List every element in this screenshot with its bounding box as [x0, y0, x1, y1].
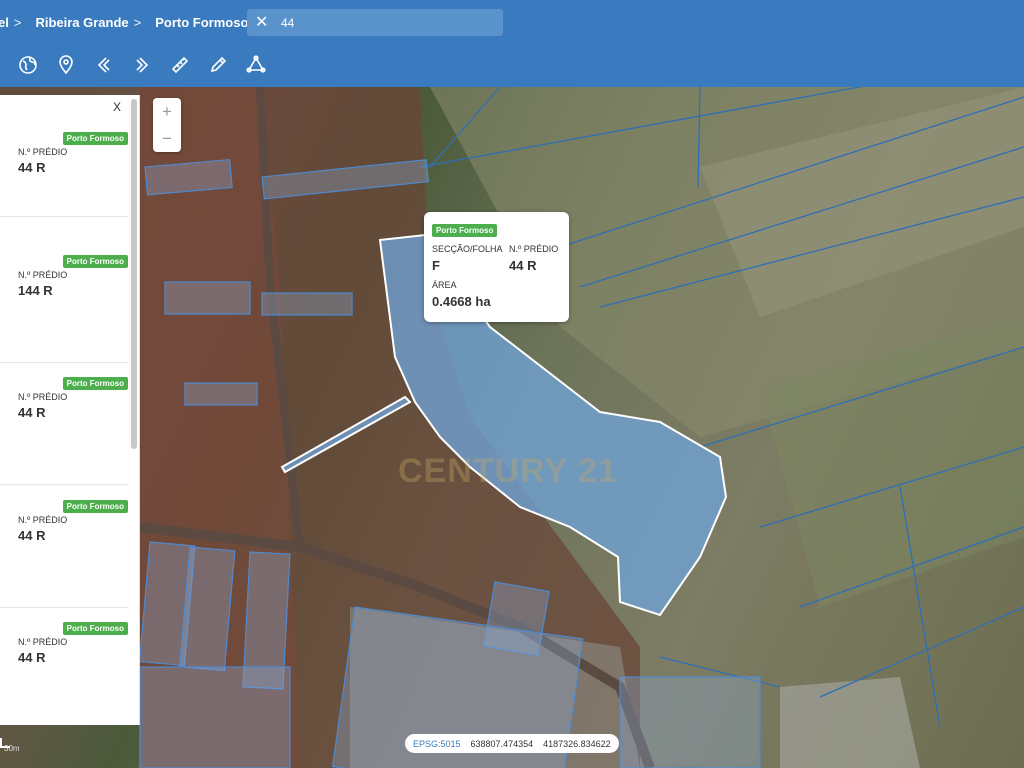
zoom-control: + −	[153, 98, 181, 152]
parcel-popup: Porto Formoso SECÇÃO/FOLHA N.º PRÉDIO F …	[424, 212, 569, 322]
predio-label: N.º PRÉDIO	[18, 637, 68, 647]
zoom-in-button[interactable]: +	[153, 98, 181, 125]
pencil-icon[interactable]	[208, 54, 228, 76]
predio-value: 44 R	[18, 160, 46, 175]
chevron-right-icon: >	[13, 14, 22, 30]
breadcrumb-label: Ribeira Grande	[35, 14, 129, 30]
area-label: ÁREA	[432, 280, 457, 290]
results-panel: X Porto Formoso N.º PRÉDIO 44 R Porto Fo…	[0, 95, 140, 725]
breadcrumb-item[interactable]: Porto Formoso >	[155, 15, 261, 30]
predio-label: N.º PRÉDIO	[18, 392, 68, 402]
breadcrumb-item[interactable]: el >	[0, 15, 21, 30]
location-badge: Porto Formoso	[432, 224, 498, 237]
globe-icon[interactable]	[18, 54, 38, 76]
search-box: ✕	[247, 9, 503, 36]
predio-value: 44 R	[18, 528, 46, 543]
breadcrumb: el > Ribeira Grande > Porto Formoso >	[0, 0, 275, 44]
map-pin-icon[interactable]	[56, 54, 76, 76]
polygon-icon[interactable]	[246, 54, 266, 76]
forward-icon[interactable]	[132, 54, 152, 76]
scale-label: 30m	[4, 744, 20, 753]
close-icon[interactable]: ✕	[255, 14, 271, 31]
search-input[interactable]	[281, 15, 481, 30]
map-toolbar	[18, 54, 266, 76]
map-view[interactable]: CENTURY 21	[0, 87, 1024, 768]
predio-label: N.º PRÉDIO	[18, 147, 68, 157]
coord-x: 638807.474354	[470, 738, 534, 749]
location-badge: Porto Formoso	[62, 500, 128, 513]
predio-label: N.º PRÉDIO	[509, 244, 559, 254]
coordinates-readout: EPSG:5015 638807.474354 4187326.834622	[405, 734, 619, 753]
result-card[interactable]: Porto Formoso N.º PRÉDIO 44 R	[0, 486, 128, 608]
coord-y: 4187326.834622	[543, 738, 611, 749]
breadcrumb-label: el	[0, 14, 9, 30]
result-card[interactable]: Porto Formoso N.º PRÉDIO 44 R	[0, 608, 128, 725]
zoom-out-button[interactable]: −	[153, 125, 181, 152]
predio-value: 144 R	[18, 283, 53, 298]
predio-label: N.º PRÉDIO	[18, 270, 68, 280]
predio-label: N.º PRÉDIO	[18, 515, 68, 525]
scrollbar[interactable]	[131, 99, 137, 449]
back-icon[interactable]	[94, 54, 114, 76]
ruler-icon[interactable]	[170, 54, 190, 76]
area-value: 0.4668 ha	[432, 294, 491, 309]
epsg-code[interactable]: EPSG:5015	[413, 739, 461, 749]
result-card[interactable]: Porto Formoso N.º PRÉDIO 44 R	[0, 363, 128, 485]
result-card[interactable]: Porto Formoso N.º PRÉDIO 144 R	[0, 241, 128, 363]
predio-value: 44 R	[18, 650, 46, 665]
location-badge: Porto Formoso	[62, 622, 128, 635]
location-badge: Porto Formoso	[62, 255, 128, 268]
breadcrumb-item[interactable]: Ribeira Grande >	[35, 15, 141, 30]
watermark-text: CENTURY 21	[398, 452, 618, 490]
section-value: F	[432, 258, 440, 273]
location-badge: Porto Formoso	[62, 377, 128, 390]
breadcrumb-label: Porto Formoso	[155, 14, 249, 30]
result-card[interactable]: Porto Formoso N.º PRÉDIO 44 R	[0, 95, 128, 217]
top-bar: el > Ribeira Grande > Porto Formoso > ✕	[0, 0, 1024, 87]
predio-value: 44 R	[18, 405, 46, 420]
chevron-right-icon: >	[133, 14, 142, 30]
satellite-imagery	[138, 87, 1024, 768]
predio-value: 44 R	[509, 258, 537, 273]
section-label: SECÇÃO/FOLHA	[432, 244, 503, 254]
location-badge: Porto Formoso	[62, 132, 128, 145]
